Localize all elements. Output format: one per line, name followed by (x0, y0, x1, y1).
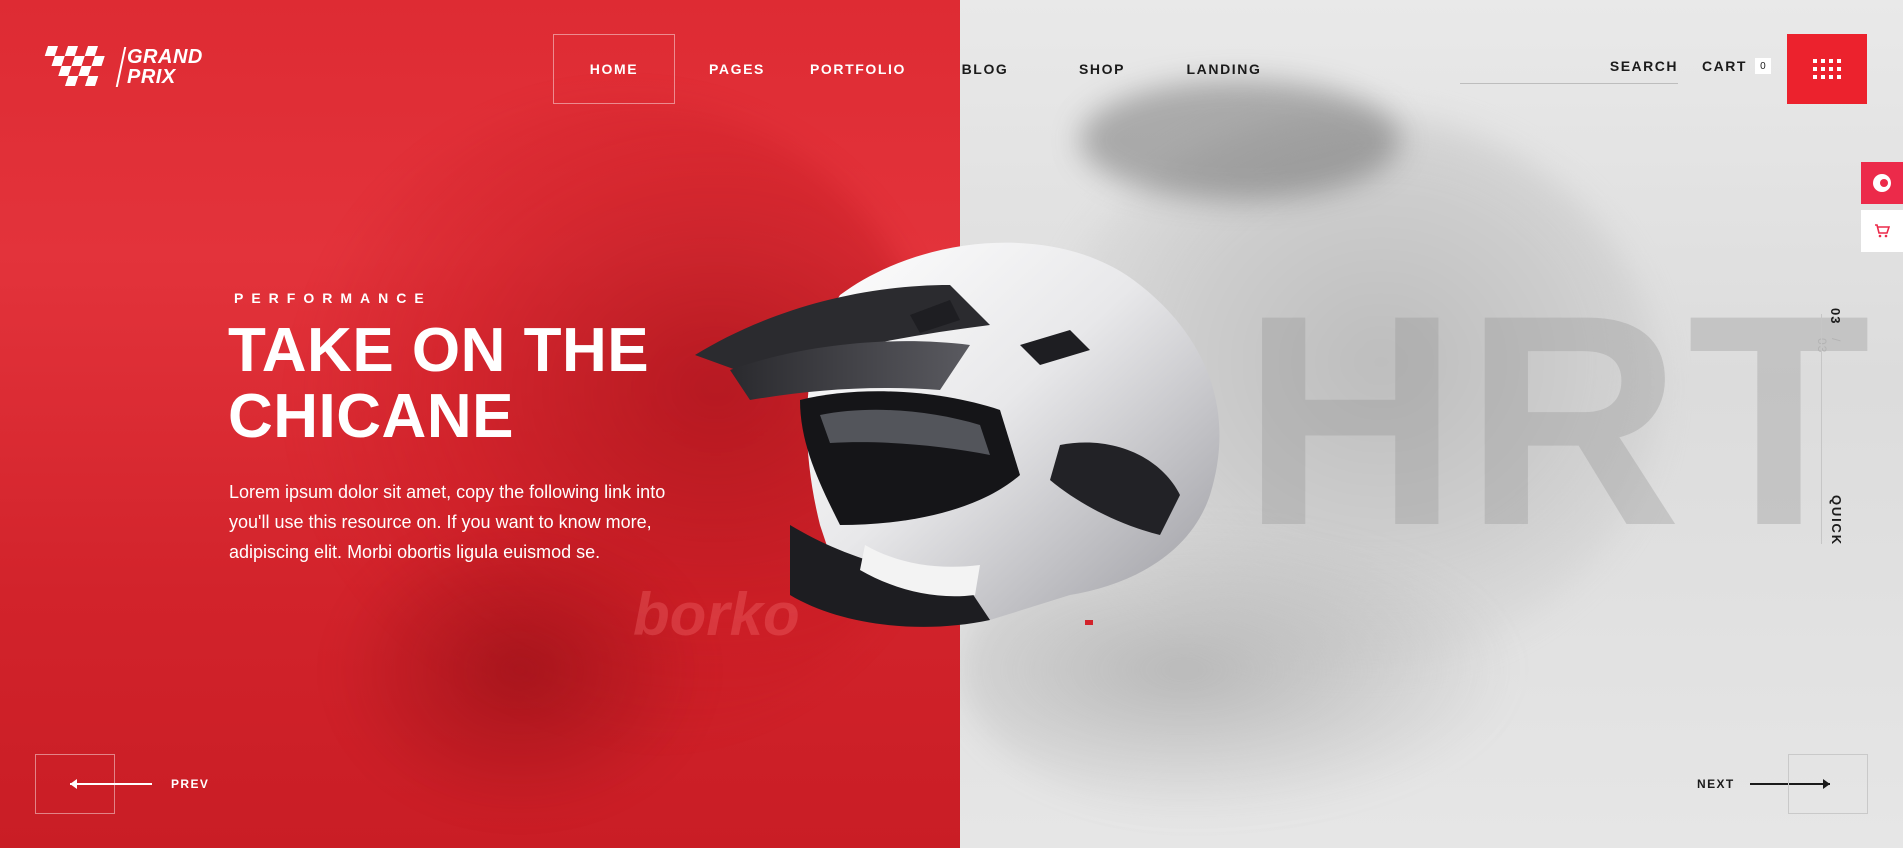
brand-logo[interactable]: GRAND PRIX (36, 46, 203, 88)
menu-button[interactable] (1787, 34, 1867, 104)
quick-link[interactable]: QUICK (1829, 495, 1844, 546)
search-label: SEARCH (1609, 58, 1678, 74)
brand-name: GRAND PRIX (127, 47, 203, 87)
brand-name-line2: PRIX (127, 66, 176, 88)
arrow-left-icon (70, 779, 152, 789)
hero-kicker: PERFORMANCE (234, 290, 432, 306)
grid-dots-icon (1813, 59, 1841, 79)
brand-name-line1: GRAND (127, 46, 203, 68)
next-label[interactable]: NEXT (1697, 777, 1735, 791)
slide-counter: 03 / 03 (1815, 308, 1849, 368)
nav-landing[interactable]: LANDING (1151, 34, 1297, 104)
cart-count-badge: 0 (1754, 58, 1771, 74)
hero-title: TAKE ON THE CHICANE (228, 318, 649, 450)
logo-divider (115, 47, 127, 87)
search-field[interactable]: SEARCH (1460, 58, 1678, 84)
hero-title-line2: CHICANE (228, 382, 514, 451)
side-widget-cart[interactable] (1861, 210, 1903, 252)
nav-home[interactable]: HOME (553, 34, 675, 104)
nav-shop[interactable]: SHOP (1053, 34, 1151, 104)
cart-icon (1875, 224, 1890, 238)
checkered-flag-icon (36, 46, 116, 88)
record-icon (1873, 174, 1891, 192)
hero-title-line1: TAKE ON THE (228, 316, 650, 385)
slide-current: 03 (1828, 308, 1843, 325)
background-word: HRT (1242, 252, 1877, 588)
main-navigation: HOME PAGES PORTFOLIO BLOG SHOP LANDING (553, 34, 1297, 104)
nav-pages[interactable]: PAGES (675, 34, 799, 104)
cart-link[interactable]: CART 0 (1702, 58, 1771, 74)
nav-portfolio[interactable]: PORTFOLIO (799, 34, 917, 104)
next-button[interactable] (1788, 754, 1868, 814)
hero-description: Lorem ipsum dolor sit amet, copy the fol… (229, 482, 666, 562)
side-divider (1821, 314, 1822, 544)
helmet-image (695, 242, 1220, 627)
prev-label[interactable]: PREV (171, 777, 209, 791)
slide-total: / 03 (1815, 338, 1843, 354)
nav-blog[interactable]: BLOG (917, 34, 1053, 104)
side-widget-record[interactable] (1861, 162, 1903, 204)
cart-label: CART (1702, 58, 1747, 74)
